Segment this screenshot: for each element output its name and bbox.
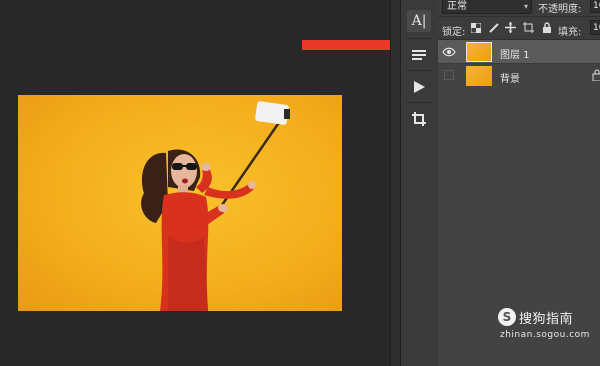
collapsed-panel-strip: A| xyxy=(400,0,439,366)
type-tool-icon: A| xyxy=(411,13,427,29)
lock-artboard-icon[interactable] xyxy=(523,22,534,33)
woman-selfie-illustration xyxy=(141,101,290,311)
crop-tool-button[interactable] xyxy=(407,108,431,130)
lock-transparent-pixels-icon[interactable] xyxy=(470,22,481,33)
lock-all-icon[interactable] xyxy=(541,22,552,33)
sogou-watermark: S 搜狗指南 zhinan.sogou.com xyxy=(498,308,598,358)
eye-icon[interactable] xyxy=(442,45,456,59)
sogou-logo-icon: S xyxy=(498,308,516,326)
chevron-down-icon: ▾ xyxy=(523,2,528,11)
layer-thumbnail xyxy=(466,42,492,62)
layer-name: 背景 xyxy=(500,74,520,85)
blend-mode-value: 正常 xyxy=(447,1,467,12)
blend-row: 正常 ▾ 不透明度: 100 xyxy=(438,0,600,17)
fill-label: 填充: xyxy=(558,27,582,38)
fill-input[interactable]: 100 xyxy=(590,20,600,35)
lock-label: 锁定: xyxy=(442,27,466,38)
tool-divider xyxy=(407,38,431,39)
actions-panel-button[interactable] xyxy=(407,76,431,98)
tool-divider xyxy=(407,102,431,103)
visibility-toggle[interactable] xyxy=(444,70,454,80)
lock-row: 锁定: 填充: 100 xyxy=(438,17,600,40)
layer-row-background[interactable]: 背景 xyxy=(438,64,600,88)
layer-thumbnail xyxy=(466,66,492,86)
tool-divider xyxy=(407,70,431,71)
paragraph-panel-button[interactable] xyxy=(407,44,431,66)
watermark-brand: 搜狗指南 xyxy=(519,312,574,327)
layer-row-layer-1[interactable]: 图层 1 xyxy=(438,40,600,64)
opacity-input[interactable]: 100 xyxy=(590,0,600,13)
paragraph-icon xyxy=(412,50,426,60)
character-panel-button[interactable]: A| xyxy=(407,10,431,32)
document-image[interactable] xyxy=(18,95,342,311)
crop-icon xyxy=(412,112,426,126)
blend-mode-select[interactable]: 正常 ▾ xyxy=(442,0,532,14)
watermark-url: zhinan.sogou.com xyxy=(500,330,590,340)
lock-position-icon[interactable] xyxy=(505,22,516,33)
lock-icon xyxy=(592,69,600,81)
play-icon xyxy=(414,81,425,93)
opacity-label: 不透明度: xyxy=(538,4,582,15)
lock-image-pixels-icon[interactable] xyxy=(488,22,499,33)
layer-name: 图层 1 xyxy=(500,50,530,61)
